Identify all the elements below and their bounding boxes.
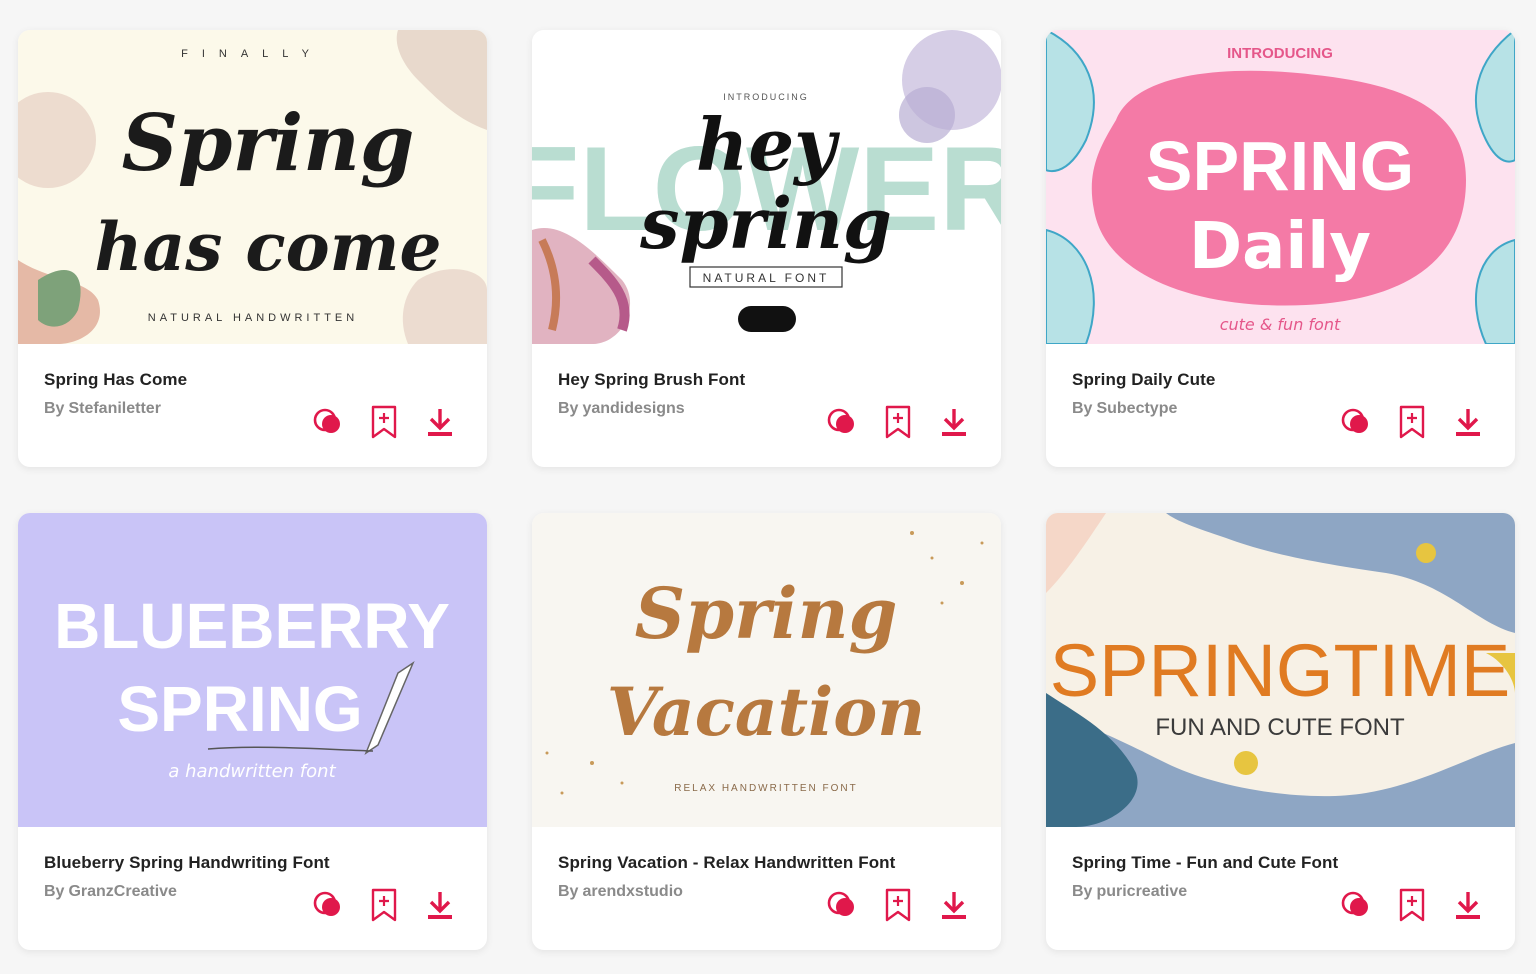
by-label: By (44, 883, 65, 900)
author-name[interactable]: puricreative (1096, 883, 1187, 900)
download-icon[interactable] (937, 887, 971, 923)
font-author[interactable]: By Subectype (1072, 400, 1177, 418)
font-title[interactable]: Hey Spring Brush Font (558, 370, 745, 390)
compare-icon[interactable] (825, 404, 859, 440)
card-actions (311, 404, 457, 440)
art-line2: SPRING (117, 673, 362, 745)
card-actions (825, 404, 971, 440)
by-label: By (1072, 400, 1093, 417)
art-line1: hey (696, 102, 840, 187)
font-title[interactable]: Spring Daily Cute (1072, 370, 1215, 390)
art-top: FINALLY (181, 48, 323, 60)
download-icon[interactable] (423, 404, 457, 440)
author-name[interactable]: GranzCreative (68, 883, 177, 900)
font-card[interactable]: FLOWER INTRODUCING hey spring NATURAL FO… (532, 30, 1001, 467)
font-card[interactable]: FINALLY Spring has come NATURAL HANDWRIT… (18, 30, 487, 467)
font-author[interactable]: By puricreative (1072, 883, 1187, 901)
art-top: INTRODUCING (1227, 45, 1333, 62)
compare-icon[interactable] (1339, 887, 1373, 923)
compare-icon[interactable] (311, 887, 345, 923)
bookmark-icon[interactable] (367, 887, 401, 923)
art-line2: spring (639, 182, 892, 265)
font-card[interactable]: SPRINGTIME FUN AND CUTE FONT Spring Time… (1046, 513, 1515, 950)
art-bottom: RELAX HANDWRITTEN FONT (674, 783, 857, 794)
author-name[interactable]: arendxstudio (582, 883, 682, 900)
by-label: By (44, 400, 65, 417)
font-card[interactable]: Spring Vacation RELAX HANDWRITTEN FONT S… (532, 513, 1001, 950)
art-line1: BLUEBERRY (54, 590, 450, 662)
font-author[interactable]: By arendxstudio (558, 883, 683, 901)
preview-image[interactable]: Spring Vacation RELAX HANDWRITTEN FONT (532, 513, 1001, 827)
bookmark-icon[interactable] (881, 887, 915, 923)
card-actions (1339, 887, 1485, 923)
bookmark-icon[interactable] (881, 404, 915, 440)
by-label: By (558, 400, 579, 417)
art-bottom: NATURAL HANDWRITTEN (148, 312, 358, 324)
card-actions (825, 887, 971, 923)
art-line2: FUN AND CUTE FONT (1155, 714, 1405, 741)
by-label: By (1072, 883, 1093, 900)
art-line2: Daily (1189, 210, 1371, 284)
author-name[interactable]: Subectype (1096, 400, 1177, 417)
art-top: INTRODUCING (723, 92, 809, 102)
preview-image[interactable]: INTRODUCING SPRING Daily cute & fun font (1046, 30, 1515, 344)
card-actions (1339, 404, 1485, 440)
font-title[interactable]: Spring Vacation - Relax Handwritten Font (558, 853, 895, 873)
bookmark-icon[interactable] (1395, 887, 1429, 923)
font-grid: FINALLY Spring has come NATURAL HANDWRIT… (0, 0, 1536, 974)
download-icon[interactable] (937, 404, 971, 440)
font-title[interactable]: Spring Has Come (44, 370, 187, 390)
download-icon[interactable] (423, 887, 457, 923)
compare-icon[interactable] (311, 404, 345, 440)
font-author[interactable]: By GranzCreative (44, 883, 177, 901)
author-name[interactable]: Stefaniletter (68, 400, 160, 417)
download-icon[interactable] (1451, 404, 1485, 440)
preview-image[interactable]: SPRINGTIME FUN AND CUTE FONT (1046, 513, 1515, 827)
font-title[interactable]: Spring Time - Fun and Cute Font (1072, 853, 1338, 873)
bookmark-icon[interactable] (367, 404, 401, 440)
art-line1: SPRING (1146, 127, 1414, 205)
art-bottom: NATURAL FONT (703, 271, 830, 285)
by-label: By (558, 883, 579, 900)
bookmark-icon[interactable] (1395, 404, 1429, 440)
font-author[interactable]: By yandidesigns (558, 400, 685, 418)
art-line2: Vacation (607, 673, 925, 751)
art-line1: SPRINGTIME (1050, 629, 1510, 712)
preview-image[interactable]: FLOWER INTRODUCING hey spring NATURAL FO… (532, 30, 1001, 344)
art-line1: Spring (122, 98, 415, 189)
art-line1: Spring (635, 572, 898, 655)
preview-image[interactable]: FINALLY Spring has come NATURAL HANDWRIT… (18, 30, 487, 344)
font-title[interactable]: Blueberry Spring Handwriting Font (44, 853, 330, 873)
art-line2: has come (95, 208, 442, 286)
preview-image[interactable]: BLUEBERRY SPRING a handwritten font (18, 513, 487, 827)
card-actions (311, 887, 457, 923)
compare-icon[interactable] (1339, 404, 1373, 440)
font-card[interactable]: BLUEBERRY SPRING a handwritten font Blue… (18, 513, 487, 950)
compare-icon[interactable] (825, 887, 859, 923)
art-bottom: cute & fun font (1220, 315, 1341, 334)
font-author[interactable]: By Stefaniletter (44, 400, 161, 418)
author-name[interactable]: yandidesigns (582, 400, 684, 417)
font-card[interactable]: INTRODUCING SPRING Daily cute & fun font… (1046, 30, 1515, 467)
download-icon[interactable] (1451, 887, 1485, 923)
art-bottom: a handwritten font (168, 761, 336, 782)
